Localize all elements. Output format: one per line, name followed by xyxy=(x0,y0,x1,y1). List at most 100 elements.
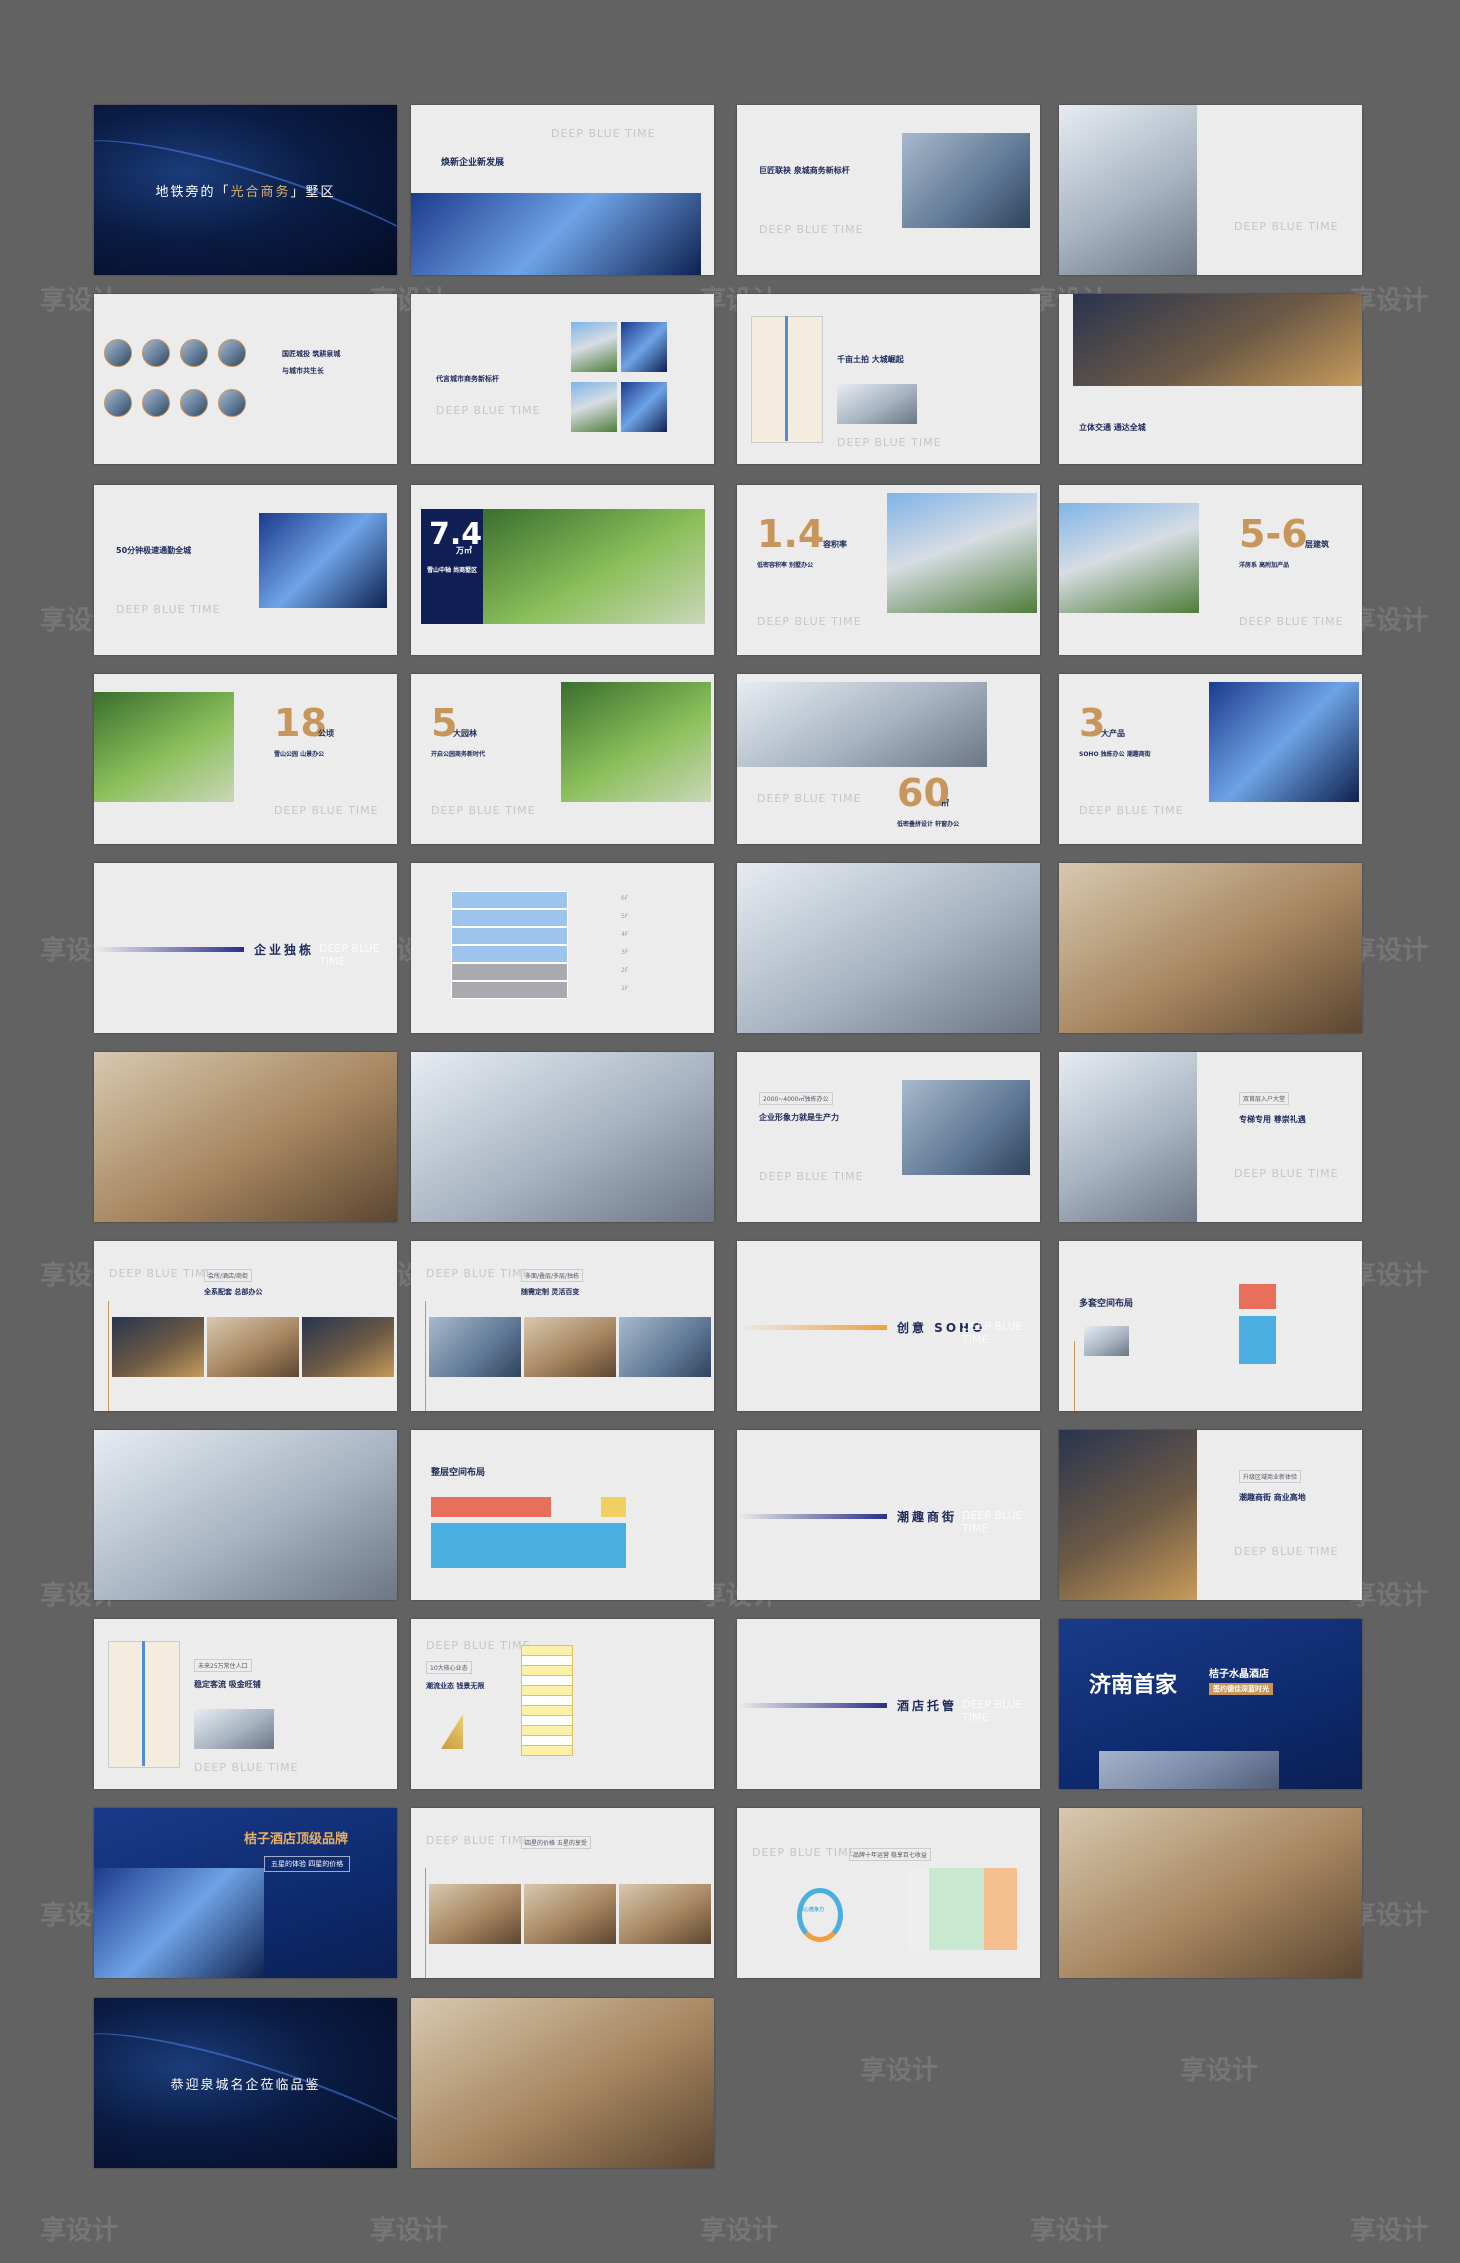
slide-6[interactable]: 代言城市商务新标杆 DEEP BLUE TIME xyxy=(411,294,714,464)
photo xyxy=(524,1317,616,1377)
section-bar xyxy=(737,1703,887,1708)
ghost-text: DEEP BLUE TIME xyxy=(194,1761,299,1774)
slide-29[interactable] xyxy=(94,1430,397,1600)
slide-heading: 开启公园商务新时代 xyxy=(431,751,486,758)
slide-19[interactable] xyxy=(737,863,1040,1033)
slide-37[interactable]: 桔子酒店顶级品牌 五星的体验 四星的价格 xyxy=(94,1808,397,1978)
slide-heading: 千亩土拍 大城崛起 xyxy=(837,355,904,364)
title-highlight: 光合商务 xyxy=(230,185,291,200)
accent-line xyxy=(425,1868,426,1978)
watermark: 享设计 xyxy=(1350,2216,1429,2246)
slide-28[interactable]: 多套空间布局 xyxy=(1059,1241,1362,1411)
slide-39[interactable]: DEEP BLUE TIME 品牌十年运营 稳享百七收益 核心竞争力 xyxy=(737,1808,1040,1978)
slide-31[interactable]: 潮趣商街 DEEP BLUE TIME xyxy=(737,1430,1040,1600)
slide-17[interactable]: 企业独栋 DEEP BLUE TIME xyxy=(94,863,397,1033)
ghost-text: DEEP BLUE TIME xyxy=(431,804,536,817)
photo xyxy=(94,692,234,802)
slide-heading: 专梯专用 尊崇礼遇 xyxy=(1239,1115,1306,1124)
ghost-text: DEEP BLUE TIME xyxy=(426,1834,531,1847)
photo xyxy=(619,1884,711,1944)
ghost-text: DEEP BLUE TIME xyxy=(962,1698,1023,1724)
slide-title: 恭迎泉城名企莅临品鉴 xyxy=(94,2074,397,2093)
photo xyxy=(902,1080,1030,1175)
slide-3[interactable]: 巨匠联袂 泉城商务新标杆 DEEP BLUE TIME xyxy=(737,105,1040,275)
slide-25[interactable]: DEEP BLUE TIME 会所/酒店/商街 全系配套 总部办公 xyxy=(94,1241,397,1411)
watermark: 享设计 xyxy=(1180,2056,1259,2086)
slide-16[interactable]: 3 大产品 SOHO 独栋办公 潮趣商街 DEEP BLUE TIME xyxy=(1059,674,1362,844)
photo xyxy=(411,1052,714,1222)
floor-label: 4F xyxy=(621,931,629,938)
slide-18[interactable]: 6F 5F 4F 3F 2F 1F xyxy=(411,863,714,1033)
slide-2[interactable]: 焕新企业新发展 DEEP BLUE TIME xyxy=(411,105,714,275)
floor-band xyxy=(451,909,568,927)
ghost-text: DEEP BLUE TIME xyxy=(551,127,656,140)
watermark: 享设计 xyxy=(1030,2216,1109,2246)
photo-circle xyxy=(142,389,170,417)
photo xyxy=(1059,1052,1197,1222)
ghost-text: DEEP BLUE TIME xyxy=(426,1267,531,1280)
floor-band xyxy=(451,927,568,945)
title-text: 恭迎泉城名企莅临品鉴 xyxy=(170,2078,321,2093)
table-graphic xyxy=(907,1868,1017,1950)
slide-42[interactable] xyxy=(411,1998,714,2168)
slide-heading: 雪山中轴 尚商墅区 xyxy=(427,567,478,574)
slide-15[interactable]: 60 ㎡低密叠拼设计 轩窗办公 DEEP BLUE TIME xyxy=(737,674,1040,844)
slide-12[interactable]: 5-6 层建筑 洋房系 高附加产品 DEEP BLUE TIME xyxy=(1059,485,1362,655)
slide-40[interactable] xyxy=(1059,1808,1362,1978)
slide-20[interactable] xyxy=(1059,863,1362,1033)
photo xyxy=(1059,503,1199,613)
slide-8[interactable]: 立体交通 通达全城 xyxy=(1059,294,1362,464)
slide-11[interactable]: 1.4 容积率 低密容积率 别墅办公 DEEP BLUE TIME xyxy=(737,485,1040,655)
stat-unit: 容积率 xyxy=(823,540,847,549)
slide-24[interactable]: DEEP BLUE TIME 双首层入户大堂 专梯专用 尊崇礼遇 xyxy=(1059,1052,1362,1222)
ghost-text: DEEP BLUE TIME xyxy=(759,1170,864,1183)
slide-34[interactable]: DEEP BLUE TIME 10大核心业态 潮流业态 钱景无限 xyxy=(411,1619,714,1789)
slide-26[interactable]: DEEP BLUE TIME 多面/叠层/多层/独栋 随需定制 灵活百变 xyxy=(411,1241,714,1411)
slide-14[interactable]: 5 大园林 开启公园商务新时代 DEEP BLUE TIME xyxy=(411,674,714,844)
slide-13[interactable]: 18 公顷 雪山公园 山景办公 DEEP BLUE TIME xyxy=(94,674,397,844)
slide-tag: 会所/酒店/商街 xyxy=(204,1269,253,1282)
slide-subheading: 与城市共生长 xyxy=(282,367,324,375)
slide-22[interactable] xyxy=(411,1052,714,1222)
ghost-text: DEEP BLUE TIME xyxy=(319,942,380,968)
plan-sky xyxy=(431,1523,626,1568)
photo xyxy=(194,1709,274,1749)
slide-5[interactable]: 国匠城投 筑耕泉城 与城市共生长 xyxy=(94,294,397,464)
slide-4[interactable]: DEEP BLUE TIME xyxy=(1059,105,1362,275)
watermark: 享设计 xyxy=(370,2216,449,2246)
slide-41[interactable]: 恭迎泉城名企莅临品鉴 xyxy=(94,1998,397,2168)
slide-27[interactable]: 创意 SOHO DEEP BLUE TIME xyxy=(737,1241,1040,1411)
ghost-text: DEEP BLUE TIME xyxy=(757,615,862,628)
slide-heading: 国匠城投 筑耕泉城 xyxy=(282,350,341,358)
slide-33[interactable]: 未来25万常住人口 稳定客流 吸金旺铺 DEEP BLUE TIME xyxy=(94,1619,397,1789)
photo xyxy=(112,1317,204,1377)
photo xyxy=(1059,1430,1197,1600)
slide-21[interactable] xyxy=(94,1052,397,1222)
slide-9[interactable]: 50分钟极速通勤全城 DEEP BLUE TIME xyxy=(94,485,397,655)
photo xyxy=(902,133,1030,228)
section-title: 潮趣商街 xyxy=(897,1510,958,1524)
slide-35[interactable]: 酒店托管 DEEP BLUE TIME xyxy=(737,1619,1040,1789)
slide-32[interactable]: DEEP BLUE TIME 升级区域商业新体验 潮趣商街 商业高地 xyxy=(1059,1430,1362,1600)
stat-unit: 大产品 xyxy=(1101,729,1125,738)
watermark: 享设计 xyxy=(700,2216,779,2246)
photo xyxy=(1209,682,1359,802)
hotel-badge: 五星的体验 四星的价格 xyxy=(264,1856,351,1872)
slide-38[interactable]: DEEP BLUE TIME 四星的价格 五星的享受 xyxy=(411,1808,714,1978)
slide-7[interactable]: 千亩土拍 大城崛起 DEEP BLUE TIME xyxy=(737,294,1040,464)
slide-10[interactable]: 7.4 万㎡ 雪山中轴 尚商墅区 xyxy=(411,485,714,655)
slide-heading: 随需定制 灵活百变 xyxy=(521,1288,580,1296)
slide-23[interactable]: 2000~4000㎡独栋办公 企业形象力就是生产力 DEEP BLUE TIME xyxy=(737,1052,1040,1222)
slide-30[interactable]: 整层空间布局 xyxy=(411,1430,714,1600)
photo-circle xyxy=(180,339,208,367)
photo-circle xyxy=(218,389,246,417)
slide-36[interactable]: 济南首家 桔子水晶酒店 签约德佳深蓝时光 xyxy=(1059,1619,1362,1789)
slide-1[interactable]: 地铁旁的「光合商务」墅区 xyxy=(94,105,397,275)
title-text: 」墅区 xyxy=(290,185,336,200)
slide-heading: 潮流业态 钱景无限 xyxy=(426,1682,485,1690)
slide-heading: 代言城市商务新标杆 xyxy=(436,375,499,383)
ghost-text: DEEP BLUE TIME xyxy=(426,1639,531,1652)
slide-heading: 整层空间布局 xyxy=(431,1468,486,1478)
ghost-text: DEEP BLUE TIME xyxy=(962,1320,1023,1346)
ghost-text: DEEP BLUE TIME xyxy=(436,404,541,417)
